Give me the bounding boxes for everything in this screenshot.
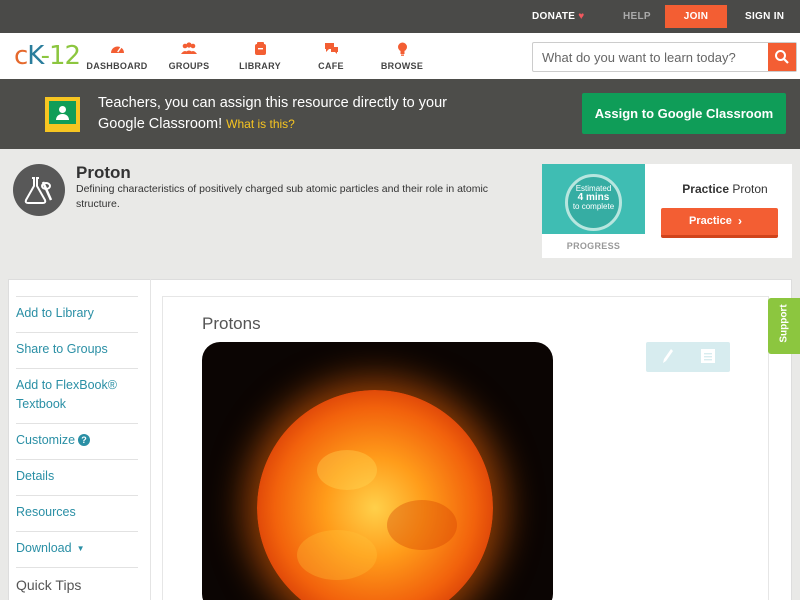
sidebar-add-to-flexbook[interactable]: Add to FlexBook® Textbook [16,376,138,414]
logo-c: c [14,41,28,71]
support-label: Support [778,304,790,343]
what-is-this-link[interactable]: What is this? [226,117,295,131]
practice-title: Practice Proton [660,182,790,196]
top-bar: DONATE ♥ HELP JOIN SIGN IN [0,0,800,33]
practice-button-label: Practice [689,215,732,227]
nav-dashboard[interactable]: DASHBOARD [82,42,152,71]
search-input[interactable] [533,43,769,71]
sidebar-resources[interactable]: Resources [16,503,138,522]
sidebar-download[interactable]: Download ▼ [16,539,138,558]
ck12-logo[interactable]: cK-12 [14,41,81,71]
pencil-icon[interactable] [662,348,674,367]
sidebar-share-to-groups[interactable]: Share to Groups [16,340,138,359]
help-link[interactable]: HELP [623,0,651,33]
sidebar-customize[interactable]: Customize? [16,431,138,450]
chevron-right-icon: › [738,214,742,228]
chemistry-flask-icon [13,164,65,216]
heart-icon: ♥ [578,11,585,22]
cafe-icon [296,42,366,59]
nav-cafe[interactable]: CAFE [296,42,366,71]
nav-browse[interactable]: BROWSE [367,42,437,71]
sidebar: Add to Library Share to Groups Add to Fl… [8,279,151,600]
estimated-time: Estimated 4 mins to complete [565,184,622,211]
estimated-mins: 4 mins [577,192,610,203]
content-title: Protons [202,314,261,333]
practice-title-rest: Proton [732,182,768,196]
sign-in-link[interactable]: SIGN IN [745,0,784,33]
donate-label: DONATE [532,11,576,22]
nav-groups[interactable]: GROUPS [154,42,224,71]
nav-dashboard-label: DASHBOARD [86,61,148,71]
logo-12: 12 [49,41,81,71]
practice-thumbnail[interactable]: Estimated 4 mins to complete [542,164,645,234]
browse-icon [367,42,437,59]
download-label: Download [16,541,72,555]
practice-card: Estimated 4 mins to complete PROGRESS Pr… [542,164,792,258]
content-tools [646,342,730,372]
banner-message: Teachers, you can assign this resource d… [98,93,458,135]
sidebar-details[interactable]: Details [16,467,138,486]
help-question-icon[interactable]: ? [78,434,91,446]
concept-description: Defining characteristics of positively c… [76,183,489,210]
practice-button[interactable]: Practice › [661,208,778,238]
groups-icon [154,42,224,59]
nav-library[interactable]: LIBRARY [225,42,295,71]
logo-k: K [27,41,41,71]
page-title: Proton [76,163,131,182]
sun-image [202,342,553,600]
search-box [532,42,797,72]
dashboard-icon [82,42,152,59]
google-classroom-icon [45,97,80,132]
logo-dash: - [40,41,50,71]
dropdown-arrow-icon: ▼ [76,544,85,553]
support-tab[interactable]: Support [768,298,800,354]
quick-tips-heading[interactable]: Quick Tips [16,577,81,593]
nav-cafe-label: CAFE [318,61,344,71]
customize-label: Customize [16,433,76,447]
nav-library-label: LIBRARY [239,61,281,71]
progress-label: PROGRESS [566,241,621,251]
nav-groups-label: GROUPS [168,61,210,71]
join-button[interactable]: JOIN [665,5,727,28]
practice-title-bold: Practice [682,182,729,196]
donate-link[interactable]: DONATE ♥ [532,0,585,33]
sidebar-add-to-library[interactable]: Add to Library [16,304,138,323]
library-icon [225,42,295,59]
search-button[interactable] [768,43,796,71]
nav-browse-label: BROWSE [380,61,424,71]
notes-icon[interactable] [701,348,715,367]
assign-google-classroom-button[interactable]: Assign to Google Classroom [582,93,786,134]
search-icon [775,50,789,64]
main-nav: cK-12 DASHBOARD GROUPS LIBRARY CAFE BROW… [0,33,800,79]
to-complete-label: to complete [572,202,615,211]
